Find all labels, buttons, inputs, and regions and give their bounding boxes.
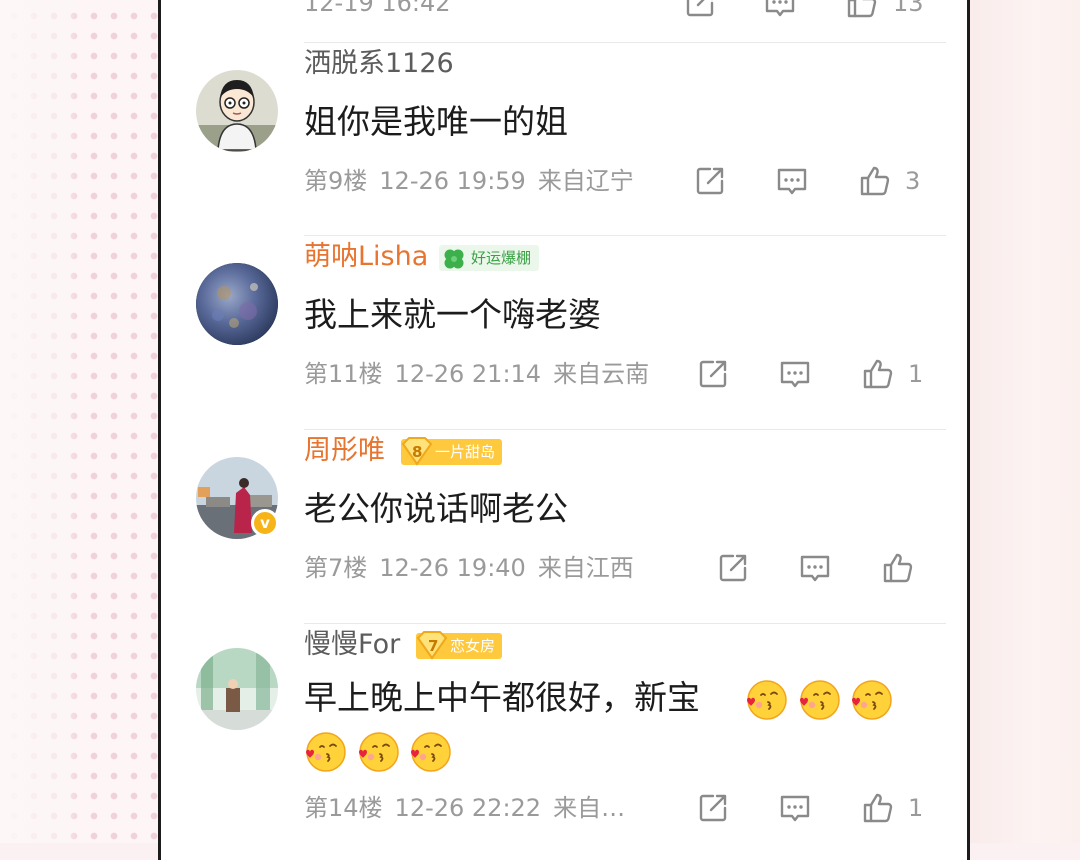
avatar[interactable] (196, 70, 278, 152)
divider (304, 42, 946, 43)
comment-icon[interactable] (775, 164, 809, 198)
kiss-heart-emoji (357, 730, 401, 774)
username[interactable]: 萌呐Lisha (304, 241, 428, 273)
floor-number: 第7楼 (304, 554, 368, 582)
fan-badge[interactable]: 8 一片甜岛 (401, 437, 503, 466)
comment-meta: 第14楼 12-26 22:22 来自… (304, 793, 637, 823)
share-icon[interactable] (683, 0, 717, 20)
like-count: 3 (905, 167, 921, 195)
floor-number: 第14楼 (304, 794, 383, 822)
comment-time: 12-26 21:14 (394, 360, 542, 388)
floor-number: 第11楼 (304, 360, 383, 388)
comment-icon[interactable] (798, 551, 832, 585)
share-icon[interactable] (696, 791, 730, 825)
username[interactable]: 洒脱系1126 (304, 48, 454, 80)
kiss-heart-emoji (745, 678, 789, 722)
divider (304, 429, 946, 430)
share-icon[interactable] (696, 357, 730, 391)
username[interactable]: 慢慢For (304, 629, 400, 661)
comment-meta: 第7楼 12-26 19:40 来自江西 (304, 553, 646, 583)
comment-text: 我上来就一个嗨老婆 (304, 295, 601, 334)
badge-label: 恋女房 (450, 637, 496, 655)
comment-icon[interactable] (778, 357, 812, 391)
share-icon[interactable] (716, 551, 750, 585)
comment-location: 来自江西 (537, 554, 634, 582)
comment-meta: 第9楼 12-26 19:59 来自辽宁 (304, 166, 646, 196)
thumbs-up-icon[interactable] (858, 164, 892, 198)
comment-time: 12-26 19:40 (379, 554, 526, 582)
kiss-heart-emoji (798, 678, 842, 722)
badge-label: 一片甜岛 (435, 443, 496, 461)
clover-icon (444, 249, 464, 269)
avatar[interactable] (196, 263, 278, 345)
comment-location: 来自辽宁 (537, 167, 634, 195)
comment-icon[interactable] (763, 0, 797, 20)
verified-v-icon: v (251, 509, 279, 537)
comment-icon[interactable] (778, 791, 812, 825)
comment-text-line2 (304, 727, 451, 774)
comment-meta: 12-19 16:42 (304, 0, 463, 18)
share-icon[interactable] (693, 164, 727, 198)
kiss-heart-emoji (850, 678, 894, 722)
username[interactable]: 周彤唯 (304, 435, 385, 467)
avatar[interactable] (196, 648, 278, 730)
thumbs-up-icon[interactable] (861, 791, 895, 825)
badge-label: 好运爆棚 (471, 249, 532, 267)
divider (304, 623, 946, 624)
like-count: 1 (908, 360, 924, 388)
fan-badge[interactable]: 7 恋女房 (416, 631, 503, 660)
comment-location: 来自… (553, 794, 626, 822)
thumbs-up-icon[interactable] (881, 551, 915, 585)
thumbs-up-icon[interactable] (845, 0, 879, 20)
badge-level: 8 (412, 443, 423, 461)
divider (304, 235, 946, 236)
thumbs-up-icon[interactable] (861, 357, 895, 391)
comment-location: 来自云南 (553, 360, 650, 388)
background-right (970, 0, 1080, 843)
comment-text-body: 早上晚上中午都很好，新宝 (304, 678, 700, 717)
like-count: 1 (908, 794, 924, 822)
fan-badge[interactable]: 好运爆棚 (439, 245, 540, 271)
kiss-heart-emoji (304, 730, 348, 774)
kiss-heart-emoji (409, 730, 453, 774)
comment-time: 12-26 19:59 (379, 167, 526, 195)
comment-meta: 第11楼 12-26 21:14 来自云南 (304, 359, 661, 389)
comment-text: 早上晚上中午都很好，新宝 (304, 675, 892, 722)
comment-text: 老公你说话啊老公 (304, 489, 568, 528)
badge-level: 7 (428, 637, 439, 655)
like-count: 13 (893, 0, 924, 17)
comment-time: 12-26 22:22 (394, 794, 542, 822)
comment-text: 姐你是我唯一的姐 (304, 102, 568, 141)
comment-time: 12-19 16:42 (304, 0, 451, 17)
comment-list[interactable]: 12-19 16:42 13 洒脱系1126 姐你是我唯一的姐 第9楼12-2 (158, 0, 970, 860)
floor-number: 第9楼 (304, 167, 368, 195)
